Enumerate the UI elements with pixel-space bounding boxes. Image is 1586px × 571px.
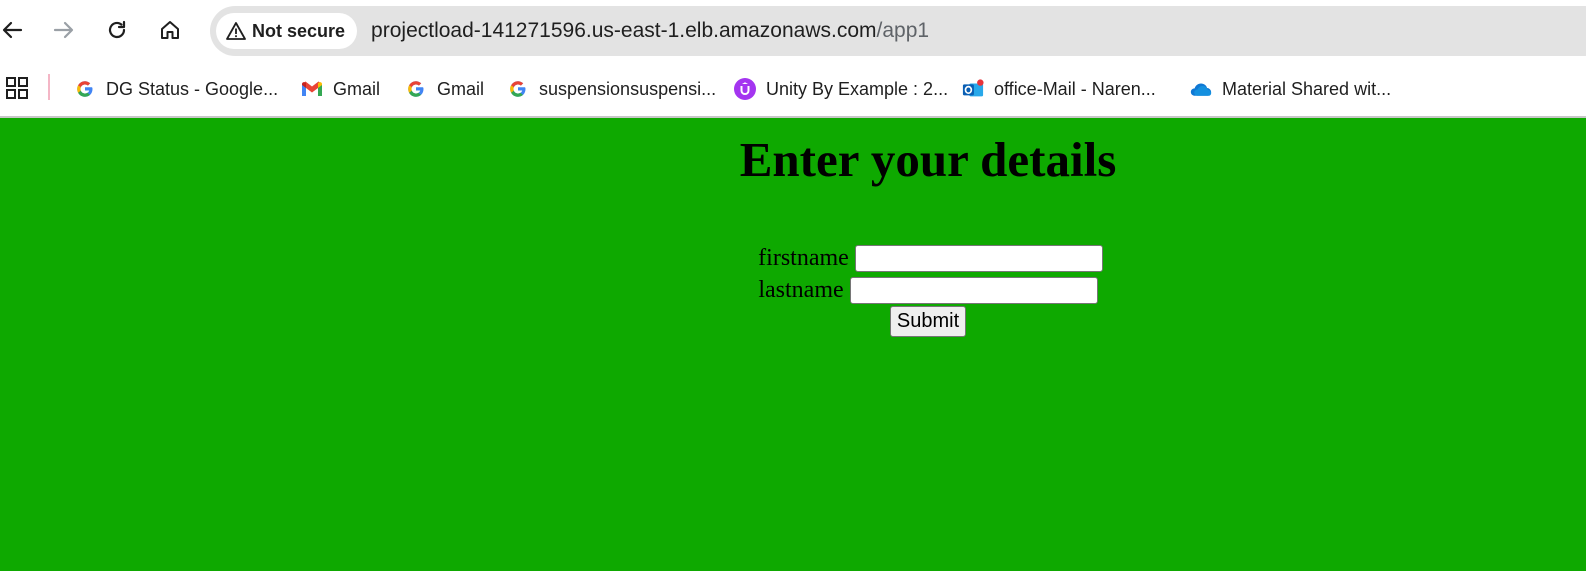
- udemy-icon: [734, 78, 756, 100]
- bookmark-label: DG Status - Google...: [106, 78, 279, 99]
- bookmark-dg-status[interactable]: DG Status - Google...: [74, 62, 278, 116]
- apps-grid-icon[interactable]: [6, 77, 28, 99]
- page-content: Enter your details firstname lastname Su…: [0, 118, 1586, 571]
- security-indicator[interactable]: Not secure: [216, 13, 358, 49]
- url-host: projectload-141271596.us-east-1.elb.amaz…: [371, 19, 877, 42]
- page-title: Enter your details: [739, 132, 1117, 187]
- lastname-row: lastname: [0, 274, 1586, 306]
- lastname-label: lastname: [758, 277, 844, 303]
- details-form: firstname lastname Submit: [0, 242, 1586, 337]
- bookmark-label: Unity By Example : 2...: [766, 78, 949, 99]
- reload-icon: [108, 20, 126, 39]
- lastname-input[interactable]: [849, 276, 1098, 304]
- bookmark-material-shared[interactable]: Material Shared wit...: [1190, 62, 1391, 116]
- back-button[interactable]: [0, 12, 30, 48]
- bookmarks-bar: DG Status - Google... Gmail Gmail suspen…: [0, 62, 1586, 118]
- submit-button[interactable]: Submit: [889, 306, 967, 337]
- url-text[interactable]: projectload-141271596.us-east-1.elb.amaz…: [371, 19, 929, 43]
- forward-button[interactable]: [46, 12, 82, 48]
- firstname-label: firstname: [758, 245, 849, 271]
- outlook-icon: [962, 78, 984, 100]
- security-label: Not secure: [252, 20, 346, 41]
- bookmark-label: Material Shared wit...: [1222, 78, 1392, 99]
- bookmark-label: suspensionsuspensi...: [539, 78, 717, 99]
- home-icon: [161, 21, 179, 39]
- home-button[interactable]: [152, 12, 188, 48]
- browser-toolbar: Not secure projectload-141271596.us-east…: [0, 0, 1586, 62]
- reload-button[interactable]: [99, 12, 135, 48]
- bookmark-suspension[interactable]: suspensionsuspensi...: [507, 62, 716, 116]
- bookmark-label: Gmail: [437, 78, 485, 99]
- forward-arrow-icon: [53, 21, 74, 39]
- address-bar[interactable]: Not secure projectload-141271596.us-east…: [210, 6, 1586, 56]
- bookmarks-separator: [48, 74, 50, 100]
- back-arrow-icon: [2, 21, 23, 39]
- gmail-icon: [301, 78, 323, 100]
- bookmark-gmail-google[interactable]: Gmail: [405, 62, 484, 116]
- bookmark-label: office-Mail - Naren...: [994, 78, 1156, 99]
- bookmark-office-mail[interactable]: office-Mail - Naren...: [962, 62, 1156, 116]
- google-icon: [405, 78, 427, 100]
- bookmark-label: Gmail: [333, 78, 381, 99]
- google-icon: [74, 78, 96, 100]
- firstname-input[interactable]: [854, 244, 1103, 272]
- url-path: /app1: [876, 19, 930, 42]
- submit-row: Submit: [0, 306, 1586, 337]
- warning-icon: [226, 22, 246, 40]
- bookmark-unity[interactable]: Unity By Example : 2...: [734, 62, 948, 116]
- google-icon: [507, 78, 529, 100]
- onedrive-icon: [1190, 78, 1212, 100]
- firstname-row: firstname: [0, 242, 1586, 274]
- bookmark-gmail[interactable]: Gmail: [301, 62, 380, 116]
